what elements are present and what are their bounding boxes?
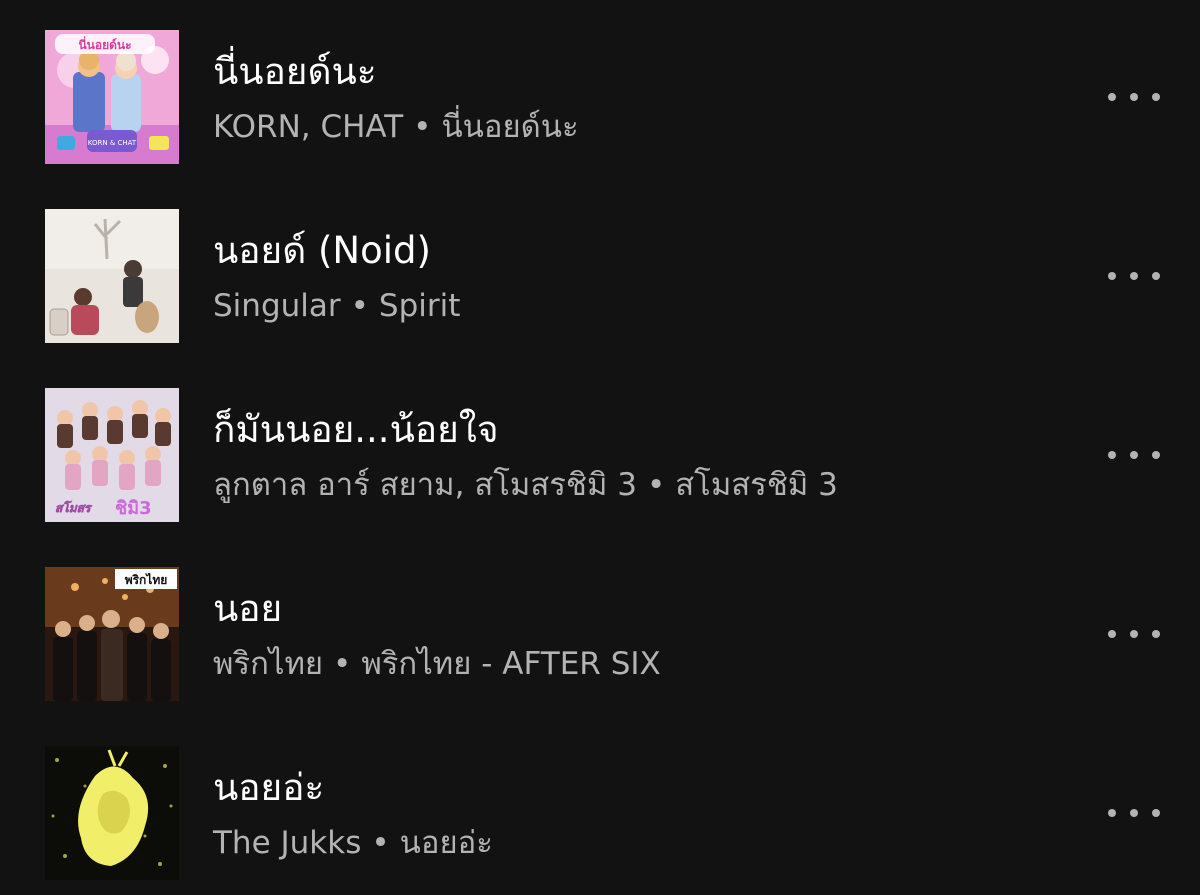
album-cover[interactable]: นี่นอยด์นะ KORN & CHAT (45, 30, 179, 164)
track-row[interactable]: นอยอ่ะ The Jukks • นอยอ่ะ (0, 746, 1200, 880)
track-title[interactable]: ก็มันนอย...น้อยใจ (213, 408, 499, 452)
more-options-icon[interactable] (1108, 798, 1160, 828)
separator-dot: • (413, 109, 432, 145)
track-list: นี่นอยด์นะ KORN & CHAT นี่นอยด์นะ KORN, … (0, 0, 1200, 895)
track-album[interactable]: พริกไทย - AFTER SIX (361, 646, 660, 682)
track-album[interactable]: สโมสรชิมิ 3 (675, 467, 838, 503)
track-artists[interactable]: ลูกตาล อาร์ สยาม, สโมสรชิมิ 3 (213, 467, 637, 503)
track-subtitle: พริกไทย • พริกไทย - AFTER SIX (213, 645, 661, 683)
track-artists[interactable]: The Jukks (213, 825, 361, 861)
track-row[interactable]: สโมสร ชิมิ3 ก็มันนอย...น้อยใจ ลูกตาล อาร… (0, 388, 1200, 522)
cover-text: นี่นอยด์นะ (78, 36, 131, 52)
track-row[interactable]: พริกไทย นอย พริกไทย • พริกไทย - AFTER SIX (0, 567, 1200, 701)
track-subtitle: KORN, CHAT • นี่นอยด์นะ (213, 108, 579, 146)
track-album[interactable]: นอยอ่ะ (400, 825, 493, 861)
album-cover[interactable] (45, 746, 179, 880)
track-title[interactable]: นี่นอยด์นะ (213, 50, 377, 94)
track-artists[interactable]: พริกไทย (213, 646, 323, 682)
separator-dot: • (350, 288, 369, 324)
separator-dot: • (646, 467, 666, 503)
cover-subtext: ชิมิ3 (115, 498, 152, 519)
more-options-icon[interactable] (1108, 619, 1160, 649)
cover-text: พริกไทย (125, 572, 168, 587)
album-cover[interactable]: สโมสร ชิมิ3 (45, 388, 179, 522)
more-options-icon[interactable] (1108, 82, 1160, 112)
more-options-icon[interactable] (1108, 440, 1160, 470)
track-title[interactable]: นอยอ่ะ (213, 766, 324, 810)
track-title[interactable]: นอย (213, 587, 282, 631)
track-row[interactable]: นอยด์ (Noid) Singular • Spirit (0, 209, 1200, 343)
separator-dot: • (371, 825, 390, 861)
track-album[interactable]: นี่นอยด์นะ (441, 109, 578, 145)
cover-text: สโมสร (55, 500, 93, 515)
track-subtitle: The Jukks • นอยอ่ะ (213, 824, 493, 862)
album-cover[interactable]: พริกไทย (45, 567, 179, 701)
track-subtitle: Singular • Spirit (213, 287, 460, 325)
track-subtitle: ลูกตาล อาร์ สยาม, สโมสรชิมิ 3 • สโมสรชิมิ … (213, 466, 838, 504)
album-cover[interactable] (45, 209, 179, 343)
track-title[interactable]: นอยด์ (Noid) (213, 229, 431, 273)
more-options-icon[interactable] (1108, 261, 1160, 291)
cover-subtext: KORN & CHAT (88, 139, 137, 147)
track-artists[interactable]: Singular (213, 288, 341, 324)
track-artists[interactable]: KORN, CHAT (213, 109, 403, 145)
track-album[interactable]: Spirit (379, 288, 460, 324)
separator-dot: • (333, 646, 352, 682)
track-row[interactable]: นี่นอยด์นะ KORN & CHAT นี่นอยด์นะ KORN, … (0, 30, 1200, 164)
